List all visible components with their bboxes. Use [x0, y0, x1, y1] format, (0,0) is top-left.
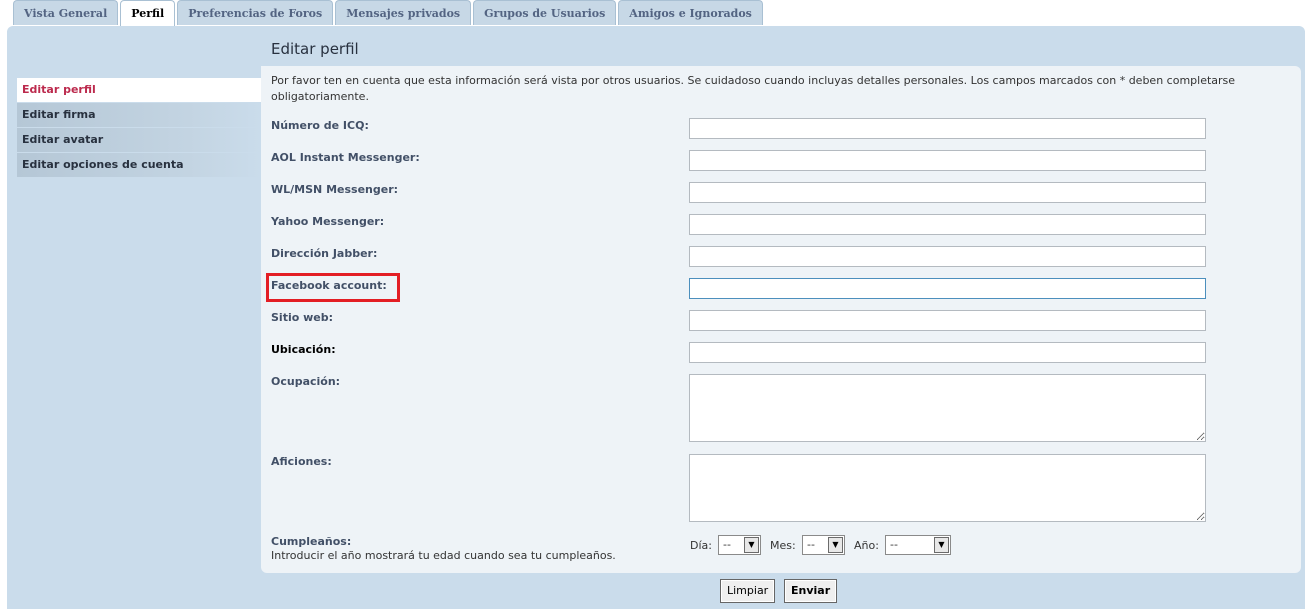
birthday-label: Cumpleaños:	[271, 535, 352, 548]
chevron-down-icon: ▼	[828, 537, 843, 553]
website-label: Sitio web:	[271, 311, 334, 324]
year-label: Año:	[854, 539, 879, 552]
tab-profile[interactable]: Perfil	[120, 0, 176, 27]
tab-overview[interactable]: Vista General	[13, 0, 119, 25]
aol-input[interactable]	[689, 150, 1206, 171]
aol-label: AOL Instant Messenger:	[271, 151, 420, 164]
interests-label: Aficiones:	[271, 455, 332, 468]
location-input[interactable]	[689, 342, 1206, 363]
chevron-down-icon: ▼	[934, 537, 949, 553]
jabber-label: Dirección Jabber:	[271, 247, 378, 260]
reset-button[interactable]: Limpiar	[720, 579, 776, 603]
tab-private-messages[interactable]: Mensajes privados	[335, 0, 472, 25]
sidebar-item-edit-profile[interactable]: Editar perfil	[17, 78, 261, 102]
occupation-textarea[interactable]	[689, 374, 1206, 442]
month-label: Mes:	[770, 539, 796, 552]
location-label: Ubicación:	[271, 343, 336, 356]
chevron-down-icon: ▼	[744, 537, 759, 553]
tab-forum-preferences[interactable]: Preferencias de Foros	[177, 0, 334, 25]
day-select-value: --	[723, 538, 731, 551]
msn-label: WL/MSN Messenger:	[271, 183, 399, 196]
day-select[interactable]: -- ▼	[718, 535, 761, 555]
interests-textarea[interactable]	[689, 454, 1206, 522]
facebook-input[interactable]	[689, 278, 1206, 299]
month-select[interactable]: -- ▼	[802, 535, 845, 555]
icq-label: Número de ICQ:	[271, 119, 369, 132]
sidebar: Editar perfil Editar firma Editar avatar…	[17, 78, 261, 178]
birthday-hint: Introducir el año mostrará tu edad cuand…	[271, 549, 616, 562]
msn-input[interactable]	[689, 182, 1206, 203]
page-title: Editar perfil	[271, 40, 359, 58]
day-label: Día:	[690, 539, 712, 552]
year-select[interactable]: -- ▼	[885, 535, 951, 555]
highlight-box	[266, 273, 400, 302]
yahoo-input[interactable]	[689, 214, 1206, 235]
submit-button[interactable]: Enviar	[784, 579, 838, 603]
tab-bar: Vista General Perfil Preferencias de For…	[13, 0, 765, 27]
month-select-value: --	[807, 538, 815, 551]
notice-text: Por favor ten en cuenta que esta informa…	[271, 74, 1236, 103]
tab-friends-foes[interactable]: Amigos e Ignorados	[618, 0, 763, 25]
icq-input[interactable]	[689, 118, 1206, 139]
sidebar-item-edit-signature[interactable]: Editar firma	[17, 103, 261, 127]
year-select-value: --	[890, 538, 898, 551]
occupation-label: Ocupación:	[271, 375, 341, 388]
website-input[interactable]	[689, 310, 1206, 331]
sidebar-item-account-settings[interactable]: Editar opciones de cuenta	[17, 153, 261, 177]
sidebar-item-edit-avatar[interactable]: Editar avatar	[17, 128, 261, 152]
yahoo-label: Yahoo Messenger:	[271, 215, 385, 228]
jabber-input[interactable]	[689, 246, 1206, 267]
tab-usergroups[interactable]: Grupos de Usuarios	[473, 0, 617, 25]
